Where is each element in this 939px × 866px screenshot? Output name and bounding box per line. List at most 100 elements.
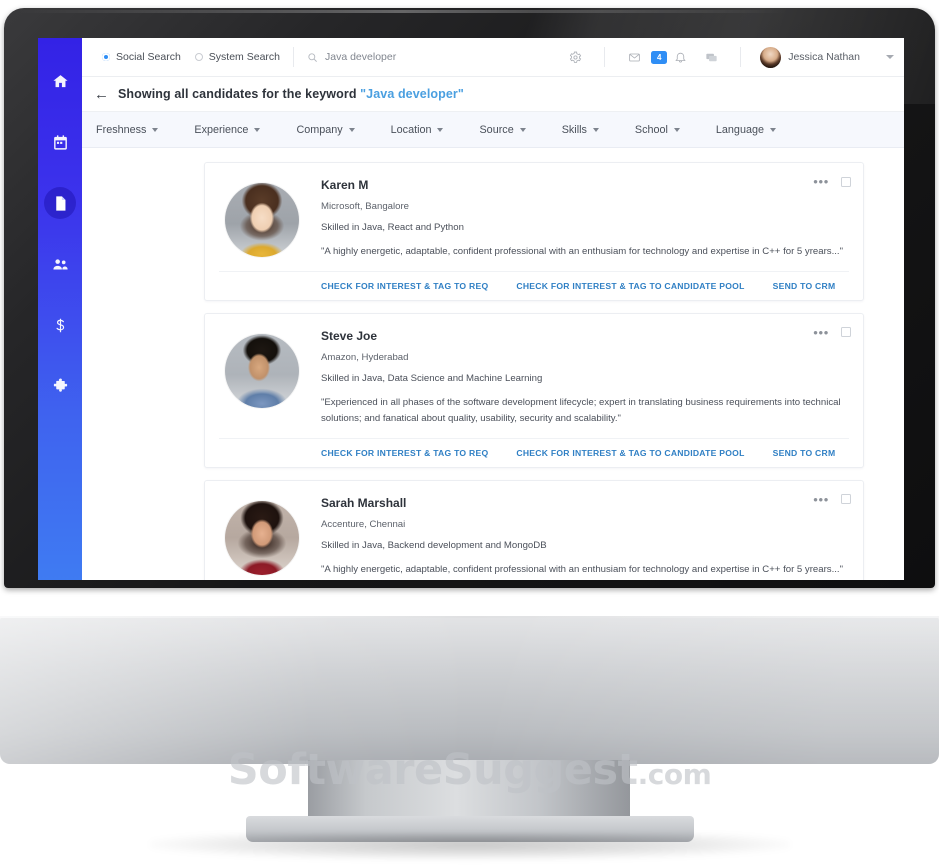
- top-bar: Social Search System Search Java develop…: [82, 38, 904, 77]
- filter-location[interactable]: Location: [391, 124, 444, 136]
- sidebar: [38, 38, 82, 580]
- user-menu[interactable]: Jessica Nathan: [760, 46, 894, 68]
- search-mode-social[interactable]: Social Search: [102, 51, 181, 63]
- bezel-highlight: [18, 10, 788, 13]
- select-candidate-checkbox[interactable]: [841, 494, 851, 504]
- candidate-company: Accenture, Chennai: [321, 518, 406, 530]
- filter-label: Freshness: [96, 123, 147, 136]
- candidate-details: Karen M Microsoft, Bangalore Skilled in …: [219, 176, 849, 300]
- settings-button[interactable]: [564, 46, 586, 68]
- candidate-actions: CHECK FOR INTEREST & TAG TO REQ CHECK FO…: [219, 270, 850, 300]
- sidebar-item-candidates[interactable]: [38, 243, 82, 286]
- mail-button[interactable]: [623, 46, 645, 68]
- candidate-avatar: [225, 333, 299, 408]
- back-arrow-icon[interactable]: ←: [94, 87, 109, 102]
- search-mode-social-label: Social Search: [116, 51, 181, 63]
- monitor-stand-neck: [308, 760, 630, 820]
- candidate-card-tools: •••: [813, 326, 851, 339]
- filter-experience[interactable]: Experience: [194, 123, 261, 136]
- candidate-actions: CHECK FOR INTEREST & TAG TO REQ CHECK FO…: [219, 437, 850, 467]
- top-bar-actions: 4 Jessica Nathan: [559, 46, 904, 68]
- home-icon: [52, 75, 68, 88]
- candidate-skills: Skilled in Java, React and Python: [321, 222, 464, 233]
- candidate-skills: Skilled in Java, Data Science and Machin…: [321, 372, 543, 384]
- tag-to-candidate-pool-button[interactable]: CHECK FOR INTEREST & TAG TO CANDIDATE PO…: [502, 272, 758, 300]
- filter-school[interactable]: School: [635, 124, 680, 136]
- sidebar-item-documents[interactable]: [38, 182, 82, 225]
- candidate-company: Amazon, Hyderabad: [321, 351, 409, 363]
- app-screen: Social Search System Search Java develop…: [38, 38, 904, 580]
- document-icon: [55, 196, 65, 211]
- bell-icon: [675, 52, 686, 63]
- chevron-down-icon: [592, 127, 599, 132]
- filter-label: Experience: [194, 123, 249, 136]
- send-to-crm-button[interactable]: SEND TO CRM: [759, 272, 850, 300]
- search-mode-system-label: System Search: [208, 51, 280, 63]
- filter-language[interactable]: Language: [716, 124, 776, 136]
- calendar-icon: [53, 135, 67, 150]
- notifications-group: 4: [650, 46, 695, 68]
- search-mode-group: Social Search System Search: [102, 51, 280, 63]
- page-title-prefix: Showing all candidates for the keyword: [118, 87, 361, 101]
- dollar-icon: [55, 318, 64, 333]
- user-name: Jessica Nathan: [788, 51, 860, 63]
- search-icon: [308, 52, 317, 62]
- chevron-down-icon: [437, 127, 444, 132]
- candidate-card-tools: •••: [813, 175, 851, 188]
- chevron-down-icon: [769, 127, 776, 132]
- candidate-avatar: [225, 500, 299, 575]
- page-title-keyword: "Java developer": [360, 87, 464, 101]
- candidate-company: Microsoft, Bangalore: [321, 201, 409, 212]
- candidate-card[interactable]: Karen M Microsoft, Bangalore Skilled in …: [204, 162, 864, 301]
- tag-to-candidate-pool-button[interactable]: CHECK FOR INTEREST & TAG TO CANDIDATE PO…: [502, 439, 758, 467]
- candidate-details: Sarah Marshall Accenture, Chennai Skille…: [321, 494, 849, 581]
- search-mode-system[interactable]: System Search: [194, 51, 280, 63]
- chat-icon: [706, 53, 717, 61]
- candidate-card[interactable]: Sarah Marshall Accenture, Chennai Skille…: [204, 479, 864, 581]
- select-candidate-checkbox[interactable]: [841, 327, 851, 337]
- select-candidate-checkbox[interactable]: [841, 176, 851, 187]
- messages-button[interactable]: [700, 46, 722, 68]
- search-input[interactable]: Java developer: [307, 51, 396, 63]
- chevron-down-icon: [673, 127, 680, 132]
- filter-label: Skills: [561, 123, 587, 136]
- candidate-quote: "A highly energetic, adaptable, confiden…: [321, 246, 843, 257]
- candidate-name: Steve Joe: [321, 328, 378, 343]
- filter-company[interactable]: Company: [296, 123, 355, 136]
- base-edge: [0, 616, 939, 618]
- search-input-value: Java developer: [325, 51, 397, 63]
- monitor-base: [0, 616, 939, 764]
- more-options-icon[interactable]: •••: [813, 175, 829, 188]
- sidebar-item-home[interactable]: [38, 60, 82, 103]
- chevron-down-icon: [254, 127, 261, 132]
- candidate-skills: Skilled in Java, Backend development and…: [321, 539, 547, 551]
- divider: [604, 47, 606, 67]
- tag-to-req-button[interactable]: CHECK FOR INTEREST & TAG TO REQ: [321, 272, 502, 300]
- filter-label: School: [634, 123, 668, 136]
- send-to-crm-button[interactable]: SEND TO CRM: [759, 439, 850, 467]
- avatar: [760, 46, 782, 68]
- candidate-quote: "Experienced in all phases of the softwa…: [321, 396, 841, 425]
- monitor-shadow: [150, 834, 790, 860]
- tag-to-req-button[interactable]: CHECK FOR INTEREST & TAG TO REQ: [321, 439, 502, 467]
- candidate-avatar: [225, 183, 299, 257]
- filter-label: Source: [479, 123, 514, 136]
- base-sheen: [0, 616, 939, 764]
- filter-freshness[interactable]: Freshness: [96, 123, 159, 136]
- sidebar-item-billing[interactable]: [38, 304, 82, 347]
- sidebar-item-calendar[interactable]: [38, 121, 82, 164]
- sidebar-item-integrations[interactable]: [38, 365, 82, 408]
- more-options-icon[interactable]: •••: [813, 326, 829, 339]
- mail-icon: [628, 53, 640, 61]
- notifications-button[interactable]: [669, 46, 691, 68]
- candidate-card[interactable]: Steve Joe Amazon, Hyderabad Skilled in J…: [204, 312, 864, 468]
- candidate-card-tools: •••: [813, 493, 851, 506]
- filter-source[interactable]: Source: [479, 123, 526, 136]
- page-title: Showing all candidates for the keyword "…: [118, 87, 464, 101]
- filter-label: Company: [296, 123, 343, 136]
- more-options-icon[interactable]: •••: [813, 493, 829, 506]
- filter-skills[interactable]: Skills: [562, 124, 599, 136]
- filter-bar: Freshness Experience Company Location So…: [82, 112, 904, 148]
- people-icon: [52, 259, 68, 270]
- filter-label: Language: [715, 123, 764, 136]
